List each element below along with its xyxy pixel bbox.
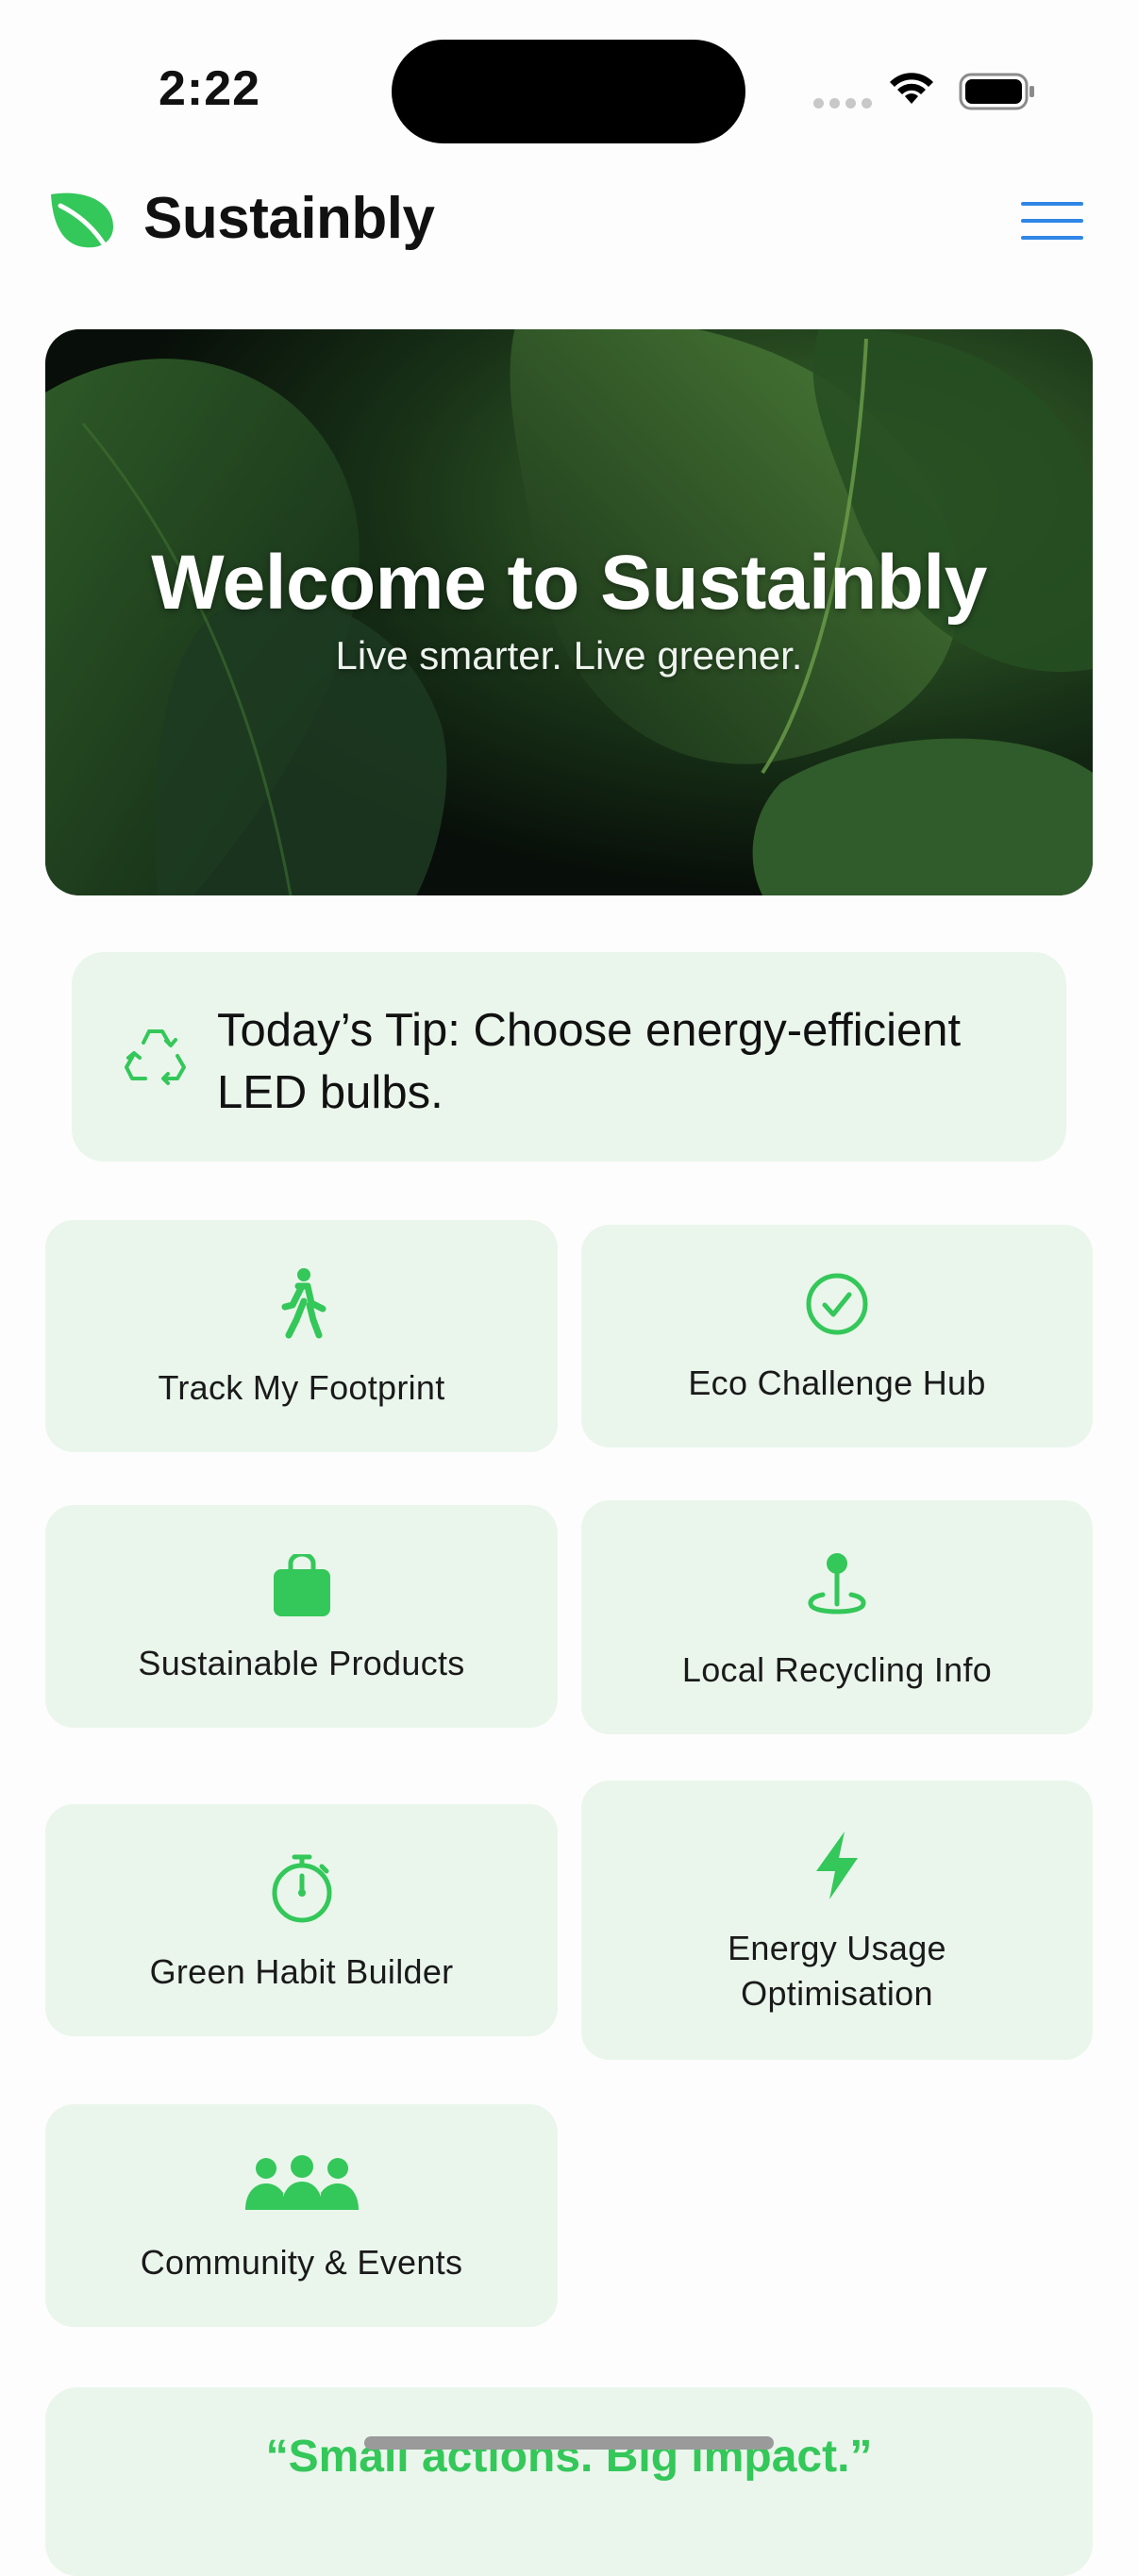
feature-label: Green Habit Builder — [149, 1952, 454, 1991]
battery-icon — [959, 73, 1034, 110]
feature-label: Community & Events — [140, 2243, 463, 2282]
quote-card: “Small actions. Big impact.” — [45, 2387, 1093, 2576]
checkmark-circle-icon — [806, 1273, 868, 1335]
hero-subtitle: Live smarter. Live greener. — [335, 633, 803, 677]
hamburger-icon-bar — [1021, 236, 1083, 240]
wifi-icon — [890, 73, 933, 104]
hero-title: Welcome to Sustainbly — [151, 540, 987, 626]
shopping-bag-icon — [273, 1554, 330, 1616]
timer-icon — [272, 1854, 331, 1923]
feature-card-track-my-footprint[interactable]: Track My Footprint — [45, 1220, 558, 1452]
map-pin-icon — [808, 1553, 866, 1614]
leaf-icon — [51, 192, 113, 250]
walking-person-icon — [281, 1268, 326, 1339]
cellular-signal-icon — [813, 98, 872, 109]
feature-card-green-habit-builder[interactable]: Green Habit Builder — [45, 1804, 558, 2036]
feature-card-energy-usage-optimisation[interactable]: Energy Usage Optimisation — [581, 1781, 1093, 2060]
tip-text: Today’s Tip: Choose energy-efficient LED… — [217, 1005, 962, 1118]
feature-card-eco-challenge-hub[interactable]: Eco Challenge Hub — [581, 1225, 1093, 1447]
feature-card-community-events[interactable]: Community & Events — [45, 2104, 558, 2327]
home-indicator[interactable] — [364, 2436, 774, 2450]
people-group-icon — [244, 2155, 359, 2210]
feature-label: Energy Usage Optimisation — [728, 1929, 946, 2013]
bolt-icon — [816, 1832, 858, 1899]
hero-banner: Welcome to Sustainbly Live smarter. Live… — [45, 329, 1093, 895]
hero-text-block: Welcome to Sustainbly Live smarter. Live… — [45, 539, 1093, 678]
app-title: Sustainbly — [143, 186, 435, 251]
feature-card-sustainable-products[interactable]: Sustainable Products — [45, 1505, 558, 1728]
feature-label: Eco Challenge Hub — [688, 1363, 986, 1402]
feature-card-local-recycling-info[interactable]: Local Recycling Info — [581, 1500, 1093, 1734]
daily-tip-card: Today’s Tip: Choose energy-efficient LED… — [72, 952, 1066, 1162]
recycle-icon — [125, 1029, 186, 1085]
menu-button[interactable] — [1021, 202, 1083, 240]
hamburger-icon — [1021, 202, 1083, 206]
status-time: 2:22 — [159, 61, 261, 116]
dynamic-island — [392, 40, 745, 143]
feature-label: Track My Footprint — [158, 1368, 445, 1407]
feature-label: Sustainable Products — [138, 1644, 465, 1682]
feature-label: Local Recycling Info — [681, 1650, 993, 1689]
hamburger-icon-bar — [1021, 219, 1083, 223]
